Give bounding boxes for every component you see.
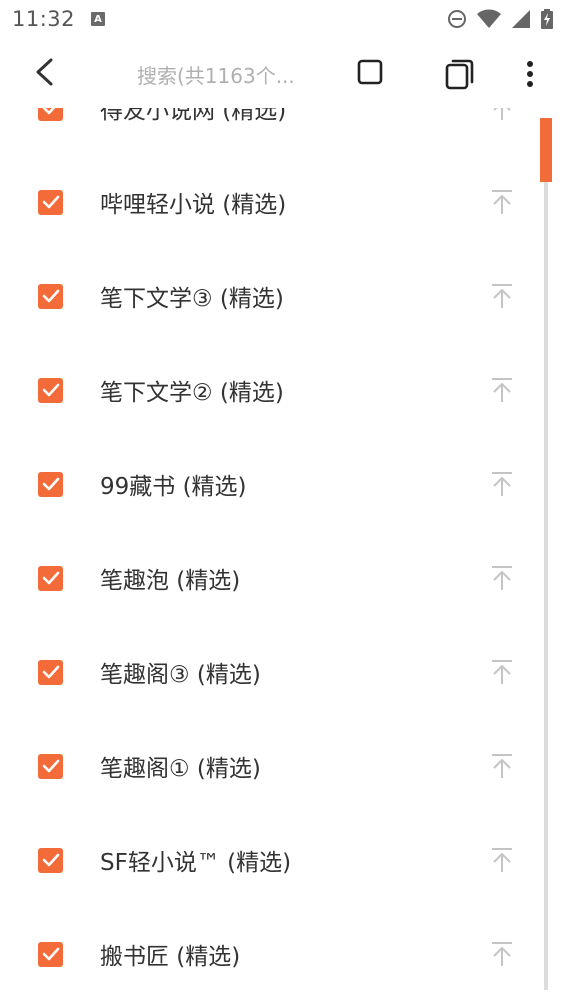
list-item[interactable]: 笔趣阁① (精选) — [0, 719, 565, 813]
item-checkbox[interactable] — [38, 565, 63, 591]
signal-icon — [512, 10, 530, 28]
item-label: 得友小说网 (精选) — [100, 108, 287, 124]
item-label: 笔下文学③ (精选) — [100, 286, 284, 312]
list-item[interactable]: 哔哩轻小说 (精选) — [0, 155, 565, 249]
list-item[interactable]: 笔下文学② (精选) — [0, 343, 565, 437]
back-arrow-icon — [36, 58, 53, 86]
item-checkbox[interactable] — [38, 283, 63, 309]
move-to-top-button[interactable] — [488, 846, 516, 874]
list-item[interactable]: 笔趣阁③ (精选) — [0, 625, 565, 719]
notification-a-icon: A — [91, 12, 106, 26]
status-bar: 11:32 A — [0, 0, 565, 38]
back-button[interactable] — [24, 52, 64, 92]
item-label: 笔下文学② (精选) — [100, 380, 284, 406]
list-item[interactable]: 搬书匠 (精选) — [0, 907, 565, 1001]
checkmark-icon — [42, 665, 59, 679]
move-to-top-button[interactable] — [488, 564, 516, 592]
item-checkbox[interactable] — [38, 108, 63, 121]
item-checkbox[interactable] — [38, 471, 63, 497]
checkmark-icon — [42, 571, 59, 585]
item-checkbox[interactable] — [38, 753, 63, 779]
item-checkbox[interactable] — [38, 941, 63, 967]
item-label: 笔趣阁① (精选) — [100, 756, 261, 782]
item-label: 笔趣阁③ (精选) — [100, 662, 261, 688]
source-list-items: 得友小说网 (精选) 哔哩轻小说 (精选) 笔下文学③ (精选) 笔下文学② (… — [0, 108, 565, 1001]
move-to-top-icon — [492, 378, 512, 402]
checkmark-icon — [42, 853, 59, 867]
move-to-top-icon — [492, 284, 512, 308]
copy-stack-icon — [445, 59, 474, 90]
checkmark-icon — [42, 108, 55, 115]
move-to-top-button[interactable] — [488, 108, 516, 122]
item-checkbox[interactable] — [38, 189, 63, 215]
list-item[interactable]: 笔下文学③ (精选) — [0, 249, 565, 343]
item-label: 哔哩轻小说 (精选) — [100, 192, 287, 218]
source-list[interactable]: 得友小说网 (精选) 哔哩轻小说 (精选) 笔下文学③ (精选) 笔下文学② (… — [0, 108, 565, 1004]
checkmark-icon — [42, 759, 59, 773]
invert-selection-button[interactable] — [440, 54, 480, 94]
move-to-top-icon — [492, 566, 512, 590]
move-to-top-icon — [492, 190, 512, 214]
app-bar: 搜索(共1163个... — [0, 38, 565, 108]
select-all-button[interactable] — [352, 54, 388, 90]
move-to-top-icon — [492, 848, 512, 872]
checkmark-icon — [42, 947, 59, 961]
search-input[interactable]: 搜索(共1163个... — [137, 60, 317, 89]
item-label: SF轻小说™ (精选) — [100, 850, 292, 876]
move-to-top-button[interactable] — [488, 658, 516, 686]
wifi-icon — [477, 9, 501, 28]
do-not-disturb-icon — [448, 10, 466, 28]
screen: 11:32 A 搜索(共1163个... 得友小说网 (精选) 哔哩轻小说 (精… — [0, 0, 565, 1004]
move-to-top-button[interactable] — [488, 470, 516, 498]
scrollbar-thumb[interactable] — [540, 118, 552, 182]
status-time: 11:32 — [12, 7, 76, 31]
checkbox-outline-icon — [357, 59, 383, 85]
checkmark-icon — [42, 477, 59, 491]
list-item[interactable]: 99藏书 (精选) — [0, 437, 565, 531]
item-checkbox[interactable] — [38, 377, 63, 403]
move-to-top-icon — [492, 942, 512, 966]
move-to-top-icon — [492, 660, 512, 684]
list-item[interactable]: SF轻小说™ (精选) — [0, 813, 565, 907]
item-label: 笔趣泡 (精选) — [100, 568, 241, 594]
move-to-top-button[interactable] — [488, 188, 516, 216]
battery-charging-icon — [541, 9, 553, 29]
move-to-top-icon — [492, 472, 512, 496]
checkmark-icon — [42, 289, 59, 303]
list-item[interactable]: 笔趣泡 (精选) — [0, 531, 565, 625]
item-label: 99藏书 (精选) — [100, 474, 247, 500]
item-label: 搬书匠 (精选) — [100, 944, 241, 970]
move-to-top-icon — [492, 754, 512, 778]
item-checkbox[interactable] — [38, 659, 63, 685]
checkmark-icon — [42, 383, 59, 397]
item-checkbox[interactable] — [38, 847, 63, 873]
more-vertical-icon — [527, 61, 533, 87]
move-to-top-button[interactable] — [488, 940, 516, 968]
scrollbar-track[interactable] — [544, 120, 548, 990]
move-to-top-button[interactable] — [488, 282, 516, 310]
more-options-button[interactable] — [515, 54, 545, 94]
move-to-top-icon — [493, 108, 511, 120]
move-to-top-button[interactable] — [488, 752, 516, 780]
checkmark-icon — [42, 195, 59, 209]
move-to-top-button[interactable] — [488, 376, 516, 404]
list-item[interactable]: 得友小说网 (精选) — [0, 108, 565, 155]
